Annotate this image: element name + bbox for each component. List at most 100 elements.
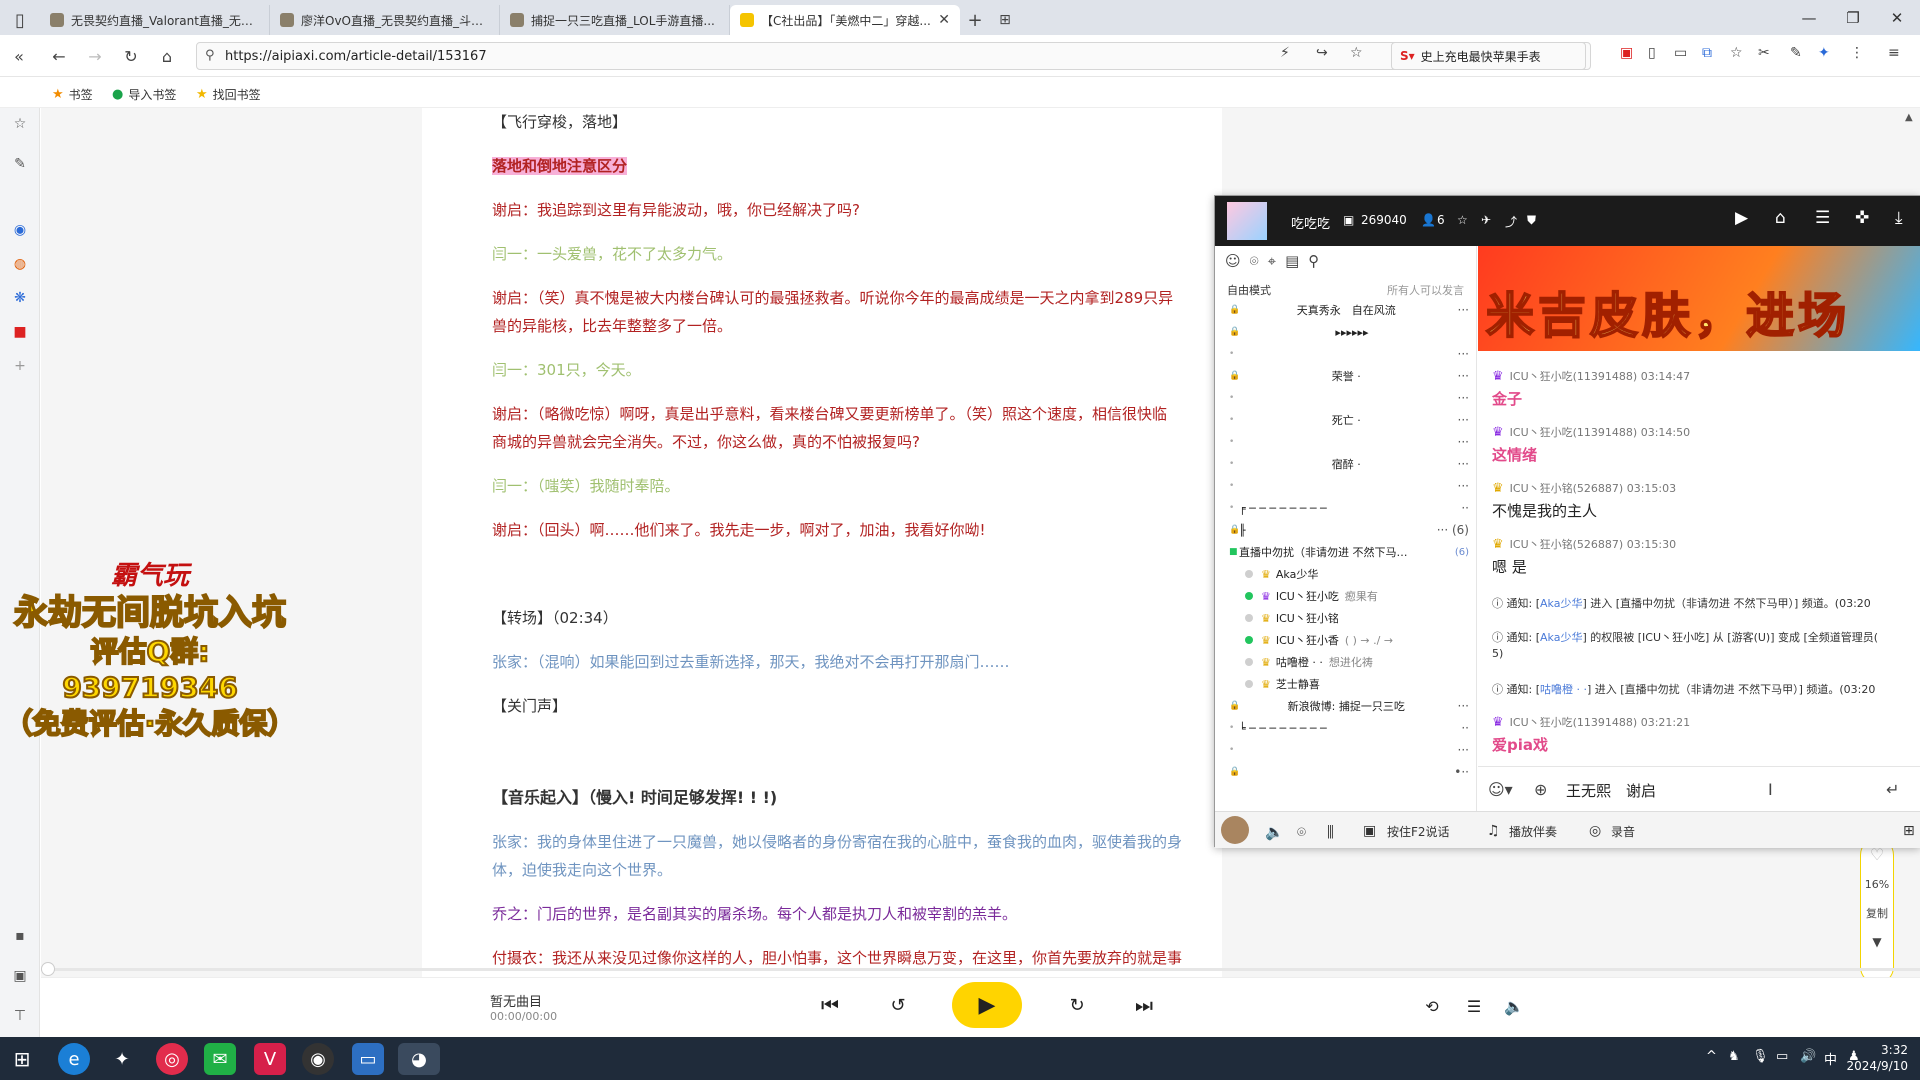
video-icon[interactable]: ▶ [1735, 208, 1748, 228]
grid-icon[interactable]: ⊞ [1903, 823, 1915, 839]
channel-more[interactable]: ··· (6) [1437, 523, 1469, 537]
channel-more[interactable]: ··· [1458, 743, 1469, 757]
ime-indicator[interactable]: 中 [1824, 1049, 1837, 1068]
channel-row[interactable]: • 死亡 · ··· [1229, 410, 1469, 430]
channel-more[interactable]: ··· [1458, 303, 1469, 317]
pin-icon[interactable]: ⊤ [10, 1006, 30, 1026]
channel-row[interactable]: 🔒 ▸▸▸▸▸▸ [1229, 322, 1469, 342]
live-channel-row[interactable]: ■ 直播中勿扰（非请勿进 不然下马… (6) [1229, 542, 1469, 562]
channel-more[interactable]: ··· [1458, 413, 1469, 427]
favorites-icon[interactable]: ☆ [1730, 45, 1743, 61]
accompany-button[interactable]: 播放伴奏 [1509, 823, 1557, 840]
channel-row[interactable]: • ··· [1229, 388, 1469, 408]
channel-more[interactable]: •·· [1454, 765, 1469, 779]
clock[interactable]: 3:32 2024/9/10 [1846, 1042, 1908, 1074]
channel-row[interactable]: 🔒 天真秀永 自在风流 ··· [1229, 300, 1469, 320]
bookmark-item[interactable]: ● 导入书签 [112, 86, 176, 103]
user-row[interactable]: ♛ Aka少华 [1245, 564, 1470, 584]
tab-1[interactable]: 廖洋OvO直播_无畏契约直播_斗鱼... [270, 5, 500, 35]
sidebar-toggle-icon[interactable]: ▯ [0, 5, 40, 35]
video-app-icon[interactable]: ■ [10, 322, 30, 342]
tab-close-icon[interactable]: ✕ [938, 12, 950, 28]
channel-row[interactable]: • ··· [1229, 476, 1469, 496]
location-icon[interactable]: ⌖ [1268, 252, 1285, 270]
edge-icon[interactable]: e [58, 1043, 90, 1075]
message-sender[interactable]: ICU丶狂小铭(526887) [1510, 480, 1624, 496]
emoji-icon[interactable]: ☺▾ [1488, 780, 1513, 799]
copy-button[interactable]: 复制 [1866, 905, 1888, 921]
user-row[interactable]: ♛ 芝士静喜 [1245, 674, 1470, 694]
playlist-icon[interactable]: ☰ [1460, 992, 1488, 1020]
play-button[interactable]: ▶ [952, 982, 1022, 1028]
search-input[interactable]: S▾ 史上充电最快苹果手表 [1391, 42, 1586, 70]
restore-icon[interactable]: ❐ [1830, 0, 1876, 35]
share-icon[interactable]: ⤴ [1505, 213, 1517, 230]
format-icon[interactable]: ⊕ [1534, 780, 1547, 799]
address-bar[interactable]: ⚲ https://aipiaxi.com/article-detail/153… [196, 42, 1591, 70]
channel-row[interactable]: 🔒 荣誉 · ··· [1229, 366, 1469, 386]
mic-icon[interactable]: ⌾ [1250, 252, 1268, 270]
add-icon[interactable]: + [10, 356, 30, 376]
pdf-icon[interactable]: ▣ [1620, 45, 1633, 61]
download-icon[interactable]: ⤓ [1895, 208, 1903, 228]
channel-more[interactable]: ··· [1458, 457, 1469, 471]
screenshot-icon[interactable]: ✂ [1758, 45, 1770, 61]
tab-0[interactable]: 无畏契约直播_Valorant直播_无畏... [40, 5, 270, 35]
tray-up-icon[interactable]: ^ [1706, 1049, 1717, 1064]
music-app-icon[interactable]: ◎ [156, 1043, 188, 1075]
user-icon[interactable]: ☺ [1225, 252, 1250, 270]
list-icon[interactable]: ☰ [1815, 208, 1830, 228]
channel-row[interactable]: • ··· [1229, 740, 1469, 760]
reload-icon[interactable]: ↻ [120, 45, 142, 67]
back-icon[interactable]: ← [48, 45, 70, 67]
user-row[interactable]: ♛ 咕噜橙 · · 想进化祷 [1245, 652, 1470, 672]
more-icon[interactable]: ⋮ [1850, 45, 1864, 61]
progress-handle[interactable] [41, 962, 55, 976]
forward-15-icon[interactable]: ↻ [1062, 990, 1092, 1020]
previous-icon[interactable]: ⏮ [815, 990, 845, 1020]
bookmark-item[interactable]: ★ 找回书签 [196, 86, 261, 103]
user-row[interactable]: ♛ ICU丶狂小铭 [1245, 608, 1470, 628]
channel-row[interactable]: 🔒 新浪微博: 捕捉一只三吃 ··· [1229, 696, 1469, 716]
push-to-talk-button[interactable]: 按住F2说话 [1387, 823, 1450, 840]
star-icon[interactable]: ☆ [1350, 45, 1363, 61]
channel-row[interactable]: 🔒 •·· [1229, 762, 1469, 782]
user-row[interactable]: ♛ ICU丶狂小香 ( ) → ./ → [1245, 630, 1470, 650]
window-app-icon[interactable]: ▭ [352, 1043, 384, 1075]
lightning-icon[interactable]: ⚡ [1280, 45, 1290, 61]
close-window-icon[interactable]: ✕ [1874, 0, 1920, 35]
star-icon[interactable]: ☆ [10, 114, 30, 134]
send-icon[interactable]: ↵ [1886, 780, 1899, 799]
loop-icon[interactable]: ⟲ [1418, 992, 1446, 1020]
channel-more[interactable]: ··· [1458, 699, 1469, 713]
ad-banner[interactable]: 米吉皮肤，进场 [1478, 246, 1920, 351]
speaker-icon[interactable]: 🔈 [1265, 823, 1284, 841]
channel-row[interactable]: • ╒ ─ ─ ─ ─ ─ ─ ─ ─ ·· [1229, 498, 1469, 518]
channel-more[interactable]: ··· [1458, 347, 1469, 361]
chat-input[interactable]: ☺▾ ⊕ 王无熙 谢启 I ↵ [1478, 766, 1920, 811]
channel-more[interactable]: ··· [1458, 369, 1469, 383]
channel-row[interactable]: • ··· [1229, 432, 1469, 452]
mic-icon[interactable]: ⌾ [1297, 823, 1306, 841]
channel-row[interactable]: 🔒 ╟ ··· (6) [1229, 520, 1469, 540]
app-icon[interactable]: ◍ [10, 254, 30, 274]
new-tab-icon[interactable]: + [960, 5, 990, 35]
channel-more[interactable]: ··· [1458, 479, 1469, 493]
volume-icon[interactable]: 🔈 [1500, 992, 1528, 1020]
pen-icon[interactable]: ✎ [10, 154, 30, 174]
message-sender[interactable]: ICU丶狂小吃(11391488) [1510, 424, 1638, 440]
phone-icon[interactable]: ▯ [1648, 45, 1656, 61]
volume-tray-icon[interactable]: 🔊 [1800, 1049, 1816, 1064]
tab-2[interactable]: 捕捉一只三吃直播_LOL手游直播... [500, 5, 730, 35]
channel-row[interactable]: • ··· [1229, 344, 1469, 364]
record-button[interactable]: 录音 [1611, 823, 1635, 840]
message-sender[interactable]: ICU丶狂小吃(11391488) [1510, 368, 1638, 384]
home-icon[interactable]: ⌂ [156, 45, 178, 67]
notice-user[interactable]: Aka少华 [1540, 631, 1582, 644]
channel-row[interactable]: • ╘ ─ ─ ─ ─ ─ ─ ─ ─ ·· [1229, 718, 1469, 738]
app-icon[interactable]: ✦ [106, 1043, 138, 1075]
assistant-icon[interactable]: ✦ [1818, 45, 1830, 61]
windows-start-icon[interactable]: ⊞ [6, 1043, 38, 1075]
menu-icon[interactable]: ≡ [1888, 45, 1900, 61]
obs-icon[interactable]: ◉ [302, 1043, 334, 1075]
